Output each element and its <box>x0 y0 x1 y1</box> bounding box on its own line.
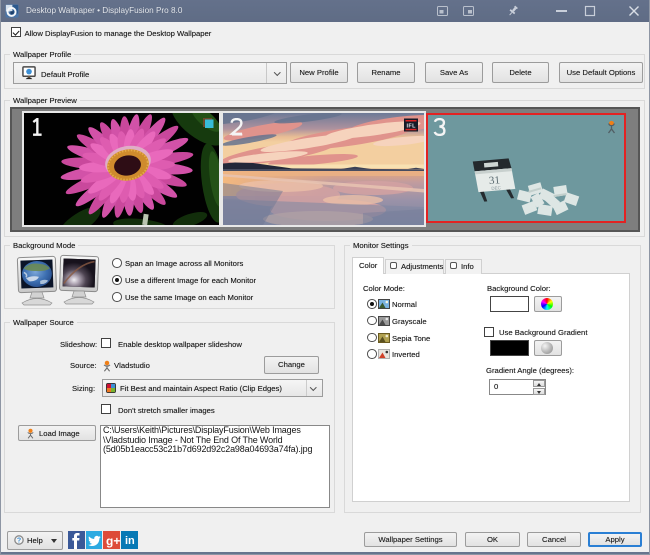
svg-text:?: ? <box>17 537 21 545</box>
svg-text:IFL: IFL <box>407 123 417 129</box>
svg-text:DEC: DEC <box>491 185 502 191</box>
